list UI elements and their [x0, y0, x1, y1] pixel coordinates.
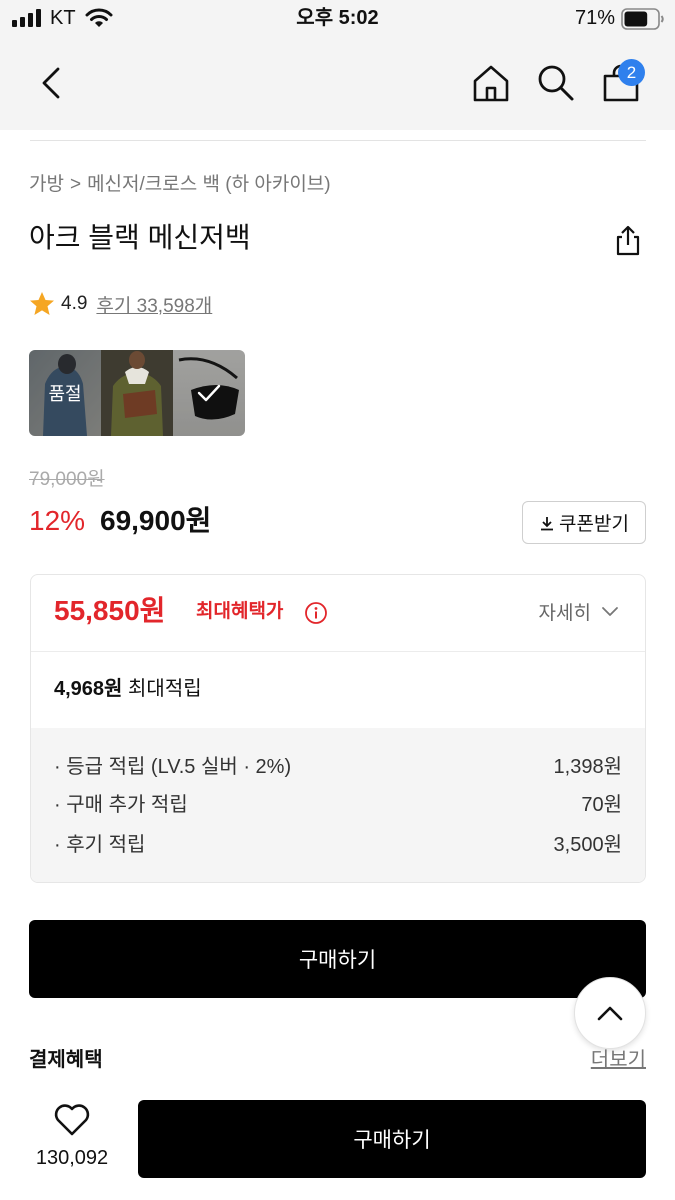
product-title: 아크 블랙 메신저백 — [29, 222, 251, 253]
cart-count-badge: 2 — [618, 59, 645, 86]
check-icon — [197, 384, 221, 402]
points-row-label: · 후기 적립 — [54, 834, 146, 856]
scroll-to-top-button[interactable] — [574, 977, 646, 1049]
points-row-value: 70원 — [581, 794, 622, 816]
max-points-amount: 4,968원 — [54, 678, 123, 700]
points-row-label: · 등급 적립 (LV.5 실버 · 2%) — [54, 756, 292, 778]
bottom-buy-button[interactable]: 구매하기 — [138, 1100, 646, 1178]
sale-price: 69,900원 — [100, 505, 212, 536]
home-icon — [473, 65, 509, 102]
coupon-label: 쿠폰받기 — [559, 514, 629, 535]
points-row: · 구매 추가 적립 70원 — [54, 792, 622, 818]
points-row-value: 1,398원 — [553, 756, 622, 778]
points-row: · 등급 적립 (LV.5 실버 · 2%) 1,398원 — [54, 754, 622, 780]
home-button[interactable] — [470, 62, 512, 104]
max-benefit-label: 최대혜택가 — [196, 601, 284, 622]
product-photo — [101, 350, 173, 436]
color-option-thumbnail[interactable] — [101, 350, 173, 436]
points-row: · 후기 적립 3,500원 — [54, 832, 622, 858]
points-row-value: 3,500원 — [553, 834, 622, 856]
breadcrumb-subcategory[interactable]: 메신저/크로스 백 (하 아카이브) — [87, 174, 331, 195]
color-options: 품절 — [29, 350, 245, 436]
back-button[interactable] — [36, 64, 66, 102]
battery-percent: 71% — [575, 7, 616, 29]
benefit-divider — [31, 651, 645, 652]
breadcrumb: 가방 > 메신저/크로스 백 (하 아카이브) — [29, 172, 337, 198]
like-count: 130,092 — [35, 1147, 109, 1169]
search-button[interactable] — [535, 62, 577, 104]
buy-button[interactable]: 구매하기 — [29, 920, 646, 998]
star-icon — [30, 292, 54, 315]
points-row-label: · 구매 추가 적립 — [54, 794, 188, 816]
payment-benefits-title: 결제혜택 — [29, 1049, 103, 1071]
benefit-detail-toggle[interactable]: 자세히 — [539, 598, 619, 625]
original-price: 79,000원 — [29, 469, 105, 490]
battery-icon — [621, 8, 665, 35]
back-chevron-icon — [42, 67, 60, 99]
header-divider — [30, 140, 646, 141]
discount-rate: 12% — [29, 505, 86, 536]
chevron-down-icon — [602, 606, 618, 616]
soldout-label: 품절 — [48, 384, 82, 404]
coupon-download-button[interactable]: 쿠폰받기 — [522, 501, 646, 544]
like-button[interactable] — [53, 1103, 91, 1142]
max-benefit-price: 55,850원 — [54, 595, 166, 626]
search-icon — [538, 65, 574, 101]
color-option-thumbnail-selected[interactable] — [173, 350, 245, 436]
share-icon — [616, 225, 640, 256]
points-breakdown: · 등급 적립 (LV.5 실버 · 2%) 1,398원 · 구매 추가 적립… — [31, 728, 645, 882]
share-button[interactable] — [610, 222, 646, 258]
rating-score: 4.9 — [61, 293, 88, 314]
max-points-label: 최대적립 — [128, 678, 202, 700]
max-points: 4,968원 최대적립 — [54, 676, 202, 702]
payment-more-link[interactable]: 더보기 — [560, 1046, 646, 1074]
status-time: 오후 5:02 — [296, 7, 379, 29]
download-icon — [541, 516, 554, 530]
review-count-link[interactable]: 후기 33,598개 — [96, 291, 212, 318]
info-icon[interactable] — [304, 601, 328, 625]
rating-row: 4.9 후기 33,598개 — [29, 290, 212, 318]
benefit-box: 55,850원 최대혜택가 자세히 4,968원 최대적립 · 등급 적립 (L… — [30, 574, 646, 883]
breadcrumb-separator: > — [69, 174, 82, 195]
heart-icon — [54, 1104, 90, 1136]
chevron-up-icon — [597, 1006, 623, 1021]
detail-label: 자세히 — [538, 603, 591, 624]
breadcrumb-category[interactable]: 가방 — [29, 174, 64, 195]
color-option-thumbnail[interactable]: 품절 — [29, 350, 101, 436]
